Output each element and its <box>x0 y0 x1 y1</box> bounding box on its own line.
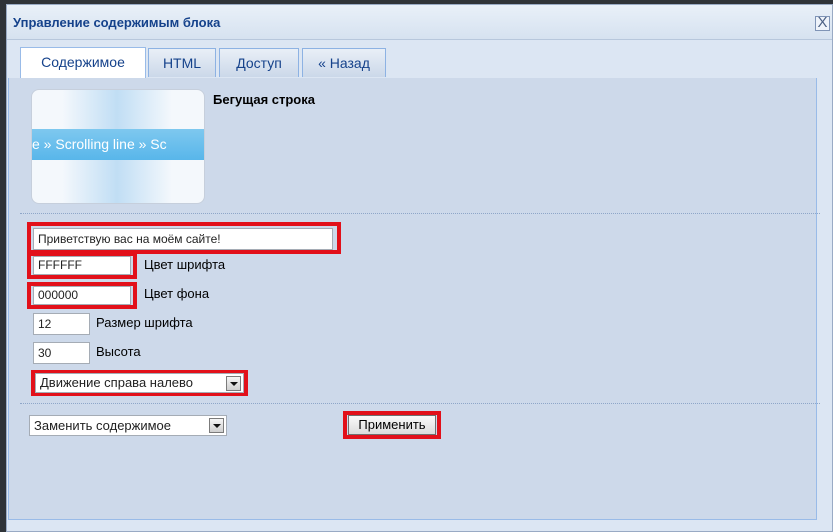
dialog-titlebar: Управление содержимым блока X <box>7 5 832 40</box>
tab-strip: Содержимое HTML Доступ « Назад <box>8 40 817 79</box>
font-size-input[interactable]: 12 <box>33 313 90 335</box>
scrolling-line-preview: e » Scrolling line » Sc <box>31 89 205 204</box>
scrolling-text-input[interactable]: Приветствую вас на моём сайте! <box>33 228 333 250</box>
tab-html[interactable]: HTML <box>148 48 216 77</box>
replace-content-select-value: Заменить содержимое <box>34 418 172 433</box>
apply-button[interactable]: Применить <box>348 415 436 435</box>
height-label: Высота <box>96 344 141 359</box>
font-color-label: Цвет шрифта <box>144 257 226 272</box>
preview-band: e » Scrolling line » Sc <box>32 129 204 160</box>
font-color-input[interactable]: FFFFFF <box>33 256 131 275</box>
height-input[interactable]: 30 <box>33 342 90 364</box>
direction-select[interactable]: Движение справа налево <box>35 373 244 393</box>
divider <box>20 403 820 404</box>
block-title: Бегущая строка <box>213 92 315 107</box>
bg-color-label: Цвет фона <box>144 286 210 301</box>
tab-back[interactable]: « Назад <box>302 48 386 77</box>
bg-color-input[interactable]: 000000 <box>33 286 131 305</box>
dialog-title: Управление содержимым блока <box>13 15 221 30</box>
preview-band-text: e » Scrolling line » Sc <box>32 136 167 152</box>
font-size-label: Размер шрифта <box>96 315 193 330</box>
chevron-down-icon[interactable] <box>209 418 224 433</box>
divider <box>20 213 820 214</box>
replace-content-select[interactable]: Заменить содержимое <box>29 415 227 436</box>
close-button[interactable]: X <box>815 14 830 31</box>
chevron-down-icon[interactable] <box>226 376 241 391</box>
direction-select-value: Движение справа налево <box>40 375 193 390</box>
close-icon: X <box>817 14 828 31</box>
tab-access[interactable]: Доступ <box>219 48 299 77</box>
tab-content[interactable]: Содержимое <box>20 47 146 78</box>
